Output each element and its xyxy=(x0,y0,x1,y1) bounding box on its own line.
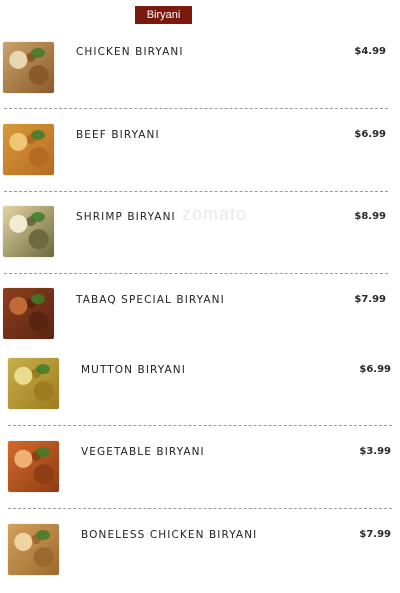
menu-item[interactable]: BONELESS CHICKEN BIRYANI $7.99 xyxy=(0,513,400,593)
food-thumbnail xyxy=(3,42,54,93)
separator xyxy=(4,108,388,109)
item-price: $7.99 xyxy=(354,294,386,305)
menu-item[interactable]: CHICKEN BIRYANI $4.99 xyxy=(0,30,400,110)
food-thumbnail xyxy=(3,288,54,339)
separator xyxy=(4,273,388,274)
separator xyxy=(8,508,392,509)
separator xyxy=(4,191,388,192)
item-name: MUTTON BIRYANI xyxy=(81,364,186,376)
separator xyxy=(8,425,392,426)
item-name: BEEF BIRYANI xyxy=(76,129,160,141)
food-thumbnail xyxy=(8,524,59,575)
item-name: SHRIMP BIRYANI xyxy=(76,211,176,223)
menu-item[interactable]: VEGETABLE BIRYANI $3.99 xyxy=(0,430,400,510)
item-price: $8.99 xyxy=(354,211,386,222)
item-name: CHICKEN BIRYANI xyxy=(76,46,184,58)
item-price: $6.99 xyxy=(354,129,386,140)
food-thumbnail xyxy=(8,358,59,409)
food-thumbnail xyxy=(3,124,54,175)
item-price: $4.99 xyxy=(354,46,386,57)
menu-item[interactable]: BEEF BIRYANI $6.99 xyxy=(0,113,400,193)
item-name: VEGETABLE BIRYANI xyxy=(81,446,205,458)
menu-item[interactable]: SHRIMP BIRYANI $8.99 xyxy=(0,196,400,276)
food-thumbnail xyxy=(3,206,54,257)
menu-item[interactable]: TABAQ SPECIAL BIRYANI $7.99 xyxy=(0,278,400,358)
item-price: $6.99 xyxy=(359,364,391,375)
item-name: BONELESS CHICKEN BIRYANI xyxy=(81,529,258,541)
item-price: $3.99 xyxy=(359,446,391,457)
menu-item[interactable]: MUTTON BIRYANI $6.99 xyxy=(0,347,400,427)
item-name: TABAQ SPECIAL BIRYANI xyxy=(76,294,225,306)
item-price: $7.99 xyxy=(359,529,391,540)
food-thumbnail xyxy=(8,441,59,492)
section-tab-biryani[interactable]: Biryani xyxy=(135,6,192,24)
